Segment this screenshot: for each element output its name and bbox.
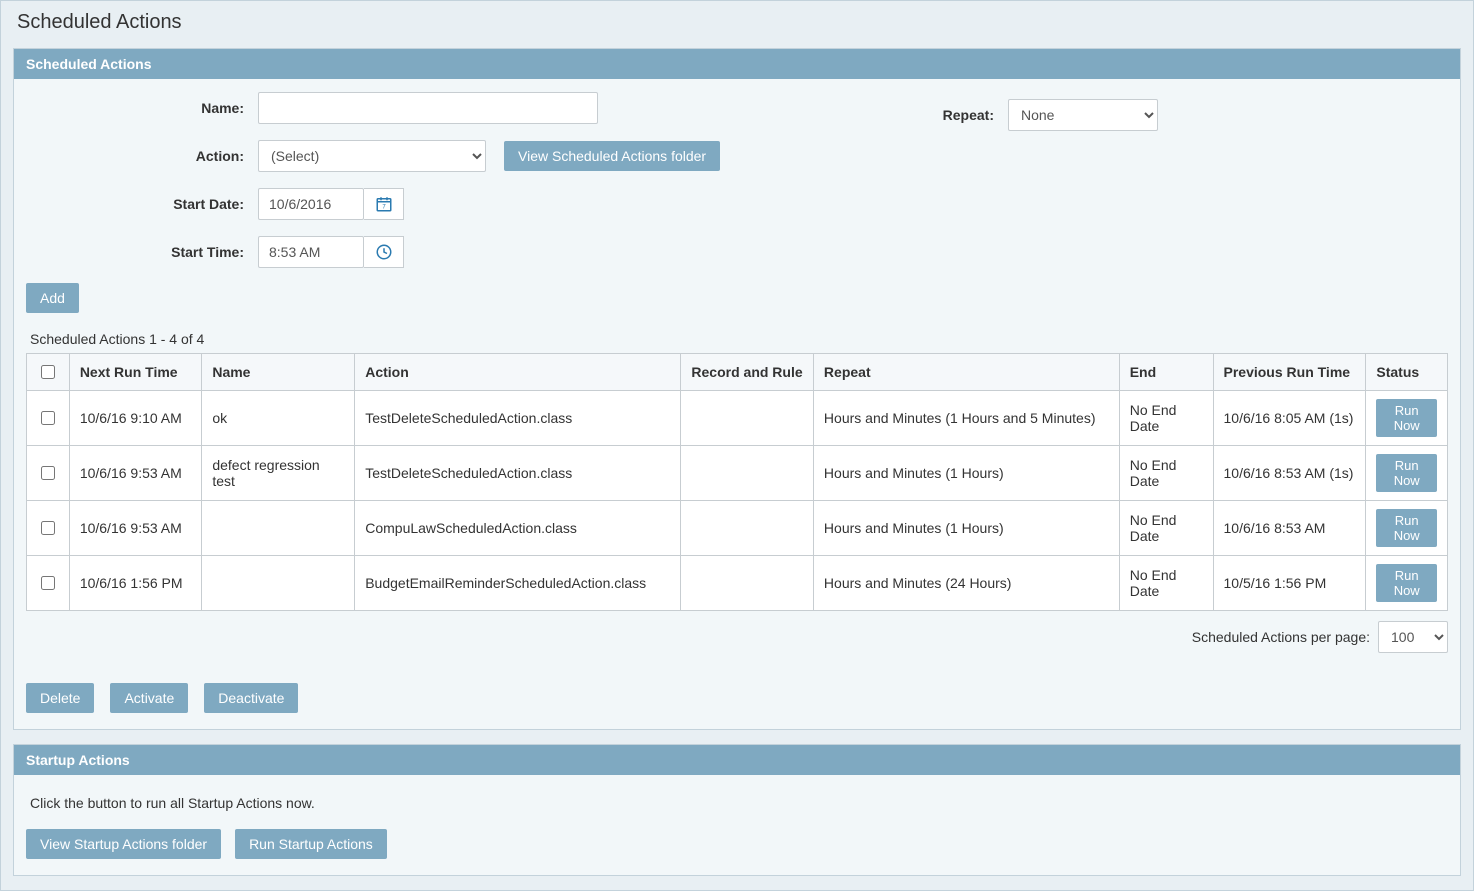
name-input[interactable] [258,92,598,124]
column-header-action[interactable]: Action [355,354,681,391]
cell-end: No End Date [1119,446,1213,501]
column-header-next[interactable]: Next Run Time [69,354,202,391]
row-checkbox-cell [27,556,70,611]
table-caption: Scheduled Actions 1 - 4 of 4 [30,331,1448,347]
cell-status: Run Now [1366,556,1448,611]
cell-name [202,501,355,556]
cell-prev: 10/6/16 8:05 AM (1s) [1213,391,1366,446]
column-header-status[interactable]: Status [1366,354,1448,391]
cell-record [681,391,814,446]
pager-label: Scheduled Actions per page: [1192,629,1370,645]
start-date-label: Start Date: [26,196,258,212]
cell-end: No End Date [1119,391,1213,446]
cell-prev: 10/6/16 8:53 AM [1213,501,1366,556]
cell-next-run: 10/6/16 9:53 AM [69,446,202,501]
cell-next-run: 10/6/16 1:56 PM [69,556,202,611]
row-checkbox-cell [27,391,70,446]
cell-repeat: Hours and Minutes (1 Hours) [813,501,1119,556]
cell-end: No End Date [1119,501,1213,556]
column-header-end[interactable]: End [1119,354,1213,391]
svg-text:7: 7 [382,205,386,211]
cell-repeat: Hours and Minutes (1 Hours and 5 Minutes… [813,391,1119,446]
cell-record [681,446,814,501]
repeat-select[interactable]: None [1008,99,1158,131]
row-checkbox[interactable] [41,576,55,590]
start-time-input[interactable] [258,236,364,268]
calendar-icon[interactable]: 7 [364,188,404,220]
clock-icon[interactable] [364,236,404,268]
start-date-input[interactable] [258,188,364,220]
cell-end: No End Date [1119,556,1213,611]
action-label: Action: [26,148,258,164]
run-now-button[interactable]: Run Now [1376,454,1437,492]
scheduled-actions-panel: Scheduled Actions Name: Action: (Select)… [13,48,1461,730]
page-title: Scheduled Actions [1,1,1473,48]
cell-repeat: Hours and Minutes (24 Hours) [813,556,1119,611]
deactivate-button[interactable]: Deactivate [204,683,298,713]
run-startup-actions-button[interactable]: Run Startup Actions [235,829,387,859]
cell-action: TestDeleteScheduledAction.class [355,391,681,446]
row-checkbox[interactable] [41,411,55,425]
cell-next-run: 10/6/16 9:53 AM [69,501,202,556]
table-row: 10/6/16 9:10 AMokTestDeleteScheduledActi… [27,391,1448,446]
column-header-name[interactable]: Name [202,354,355,391]
cell-record [681,501,814,556]
startup-text: Click the button to run all Startup Acti… [30,795,1448,811]
cell-status: Run Now [1366,391,1448,446]
cell-name: defect regression test [202,446,355,501]
cell-name: ok [202,391,355,446]
cell-action: BudgetEmailReminderScheduledAction.class [355,556,681,611]
delete-button[interactable]: Delete [26,683,94,713]
start-time-label: Start Time: [26,244,258,260]
column-header-prev[interactable]: Previous Run Time [1213,354,1366,391]
table-row: 10/6/16 9:53 AMdefect regression testTes… [27,446,1448,501]
column-header-repeat[interactable]: Repeat [813,354,1119,391]
row-checkbox[interactable] [41,466,55,480]
add-button[interactable]: Add [26,283,79,313]
row-checkbox-cell [27,446,70,501]
cell-action: CompuLawScheduledAction.class [355,501,681,556]
run-now-button[interactable]: Run Now [1376,509,1437,547]
view-scheduled-folder-button[interactable]: View Scheduled Actions folder [504,141,720,171]
row-checkbox[interactable] [41,521,55,535]
per-page-select[interactable]: 100 [1378,621,1448,653]
cell-record [681,556,814,611]
table-row: 10/6/16 1:56 PM BudgetEmailReminderSchedu… [27,556,1448,611]
cell-status: Run Now [1366,446,1448,501]
cell-next-run: 10/6/16 9:10 AM [69,391,202,446]
action-select[interactable]: (Select) [258,140,486,172]
run-now-button[interactable]: Run Now [1376,399,1437,437]
cell-prev: 10/5/16 1:56 PM [1213,556,1366,611]
scheduled-actions-table: Next Run Time Name Action Record and Rul… [26,353,1448,611]
column-header-checkbox [27,354,70,391]
startup-actions-panel-header: Startup Actions [14,745,1460,775]
table-row: 10/6/16 9:53 AM CompuLawScheduledAction.c… [27,501,1448,556]
repeat-label: Repeat: [943,107,1008,123]
run-now-button[interactable]: Run Now [1376,564,1437,602]
cell-action: TestDeleteScheduledAction.class [355,446,681,501]
name-label: Name: [26,100,258,116]
column-header-record[interactable]: Record and Rule [681,354,814,391]
startup-actions-panel: Startup Actions Click the button to run … [13,744,1461,876]
cell-name [202,556,355,611]
scheduled-actions-panel-header: Scheduled Actions [14,49,1460,79]
select-all-checkbox[interactable] [41,365,55,379]
cell-status: Run Now [1366,501,1448,556]
cell-prev: 10/6/16 8:53 AM (1s) [1213,446,1366,501]
cell-repeat: Hours and Minutes (1 Hours) [813,446,1119,501]
view-startup-folder-button[interactable]: View Startup Actions folder [26,829,221,859]
row-checkbox-cell [27,501,70,556]
activate-button[interactable]: Activate [110,683,188,713]
